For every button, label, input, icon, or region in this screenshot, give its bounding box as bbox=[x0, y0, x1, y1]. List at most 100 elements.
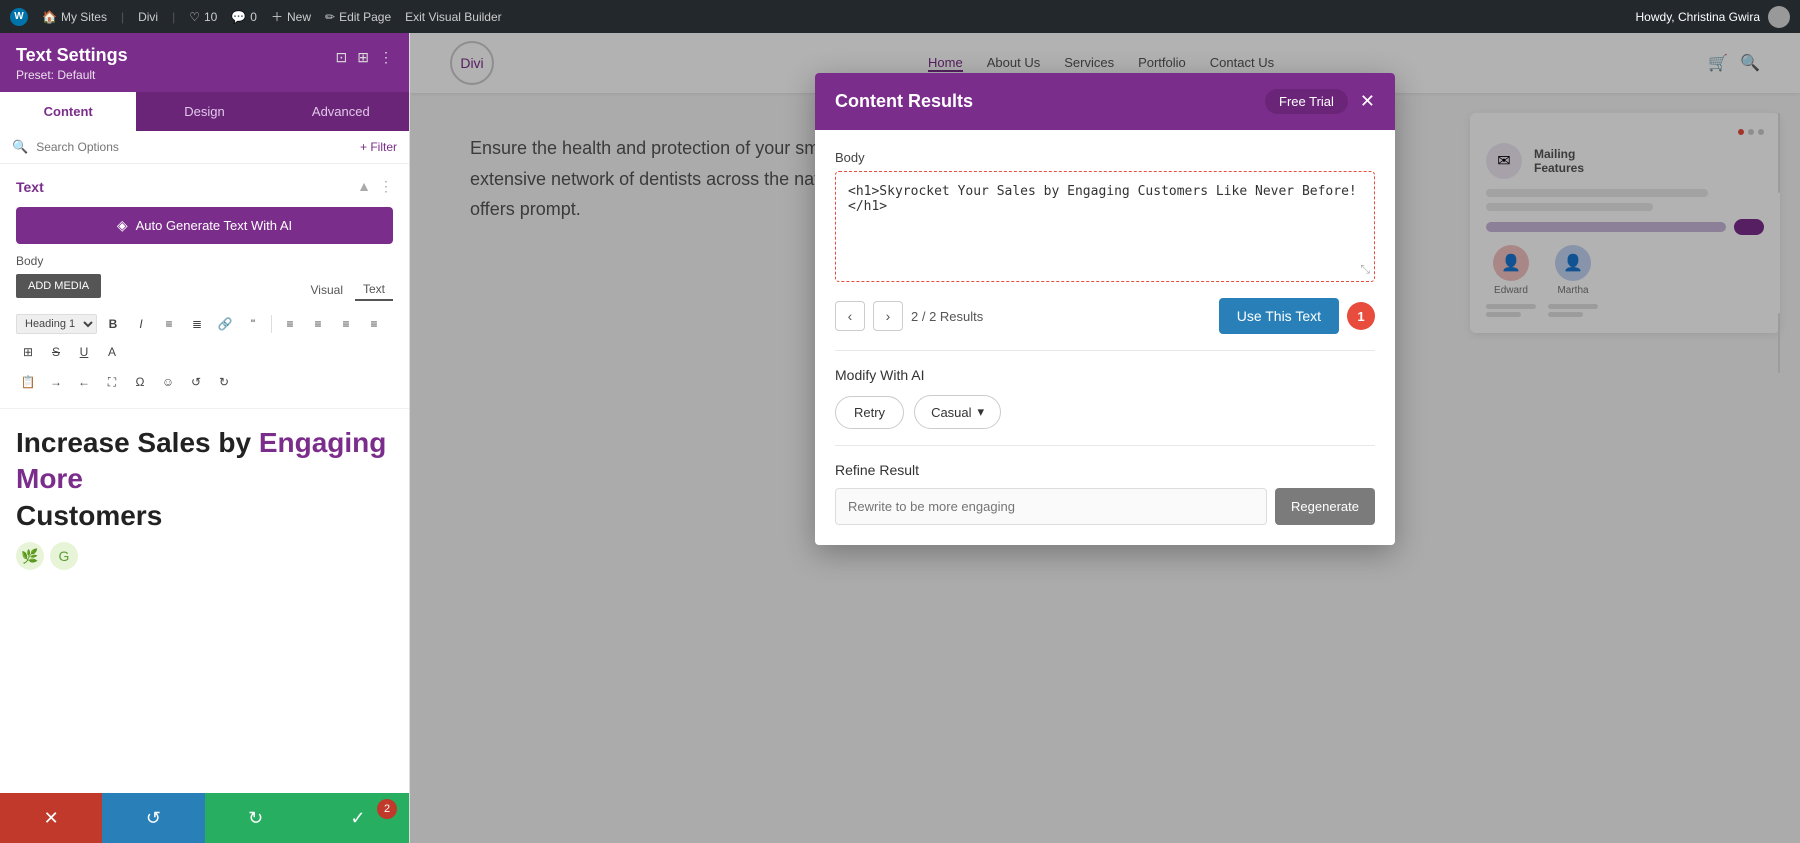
edit-page-link[interactable]: ✏ Edit Page bbox=[325, 10, 391, 24]
likes-link[interactable]: ♡ 10 bbox=[189, 10, 217, 24]
modal-header: Content Results Free Trial ✕ bbox=[815, 73, 1395, 130]
tab-content[interactable]: Content bbox=[0, 92, 136, 131]
admin-bar-right: Howdy, Christina Gwira bbox=[1636, 6, 1790, 28]
grammarly-icon[interactable]: 🌿 bbox=[16, 542, 44, 570]
blockquote-button[interactable]: " bbox=[241, 312, 265, 336]
content-results-modal: Content Results Free Trial ✕ Body <h1>Sk… bbox=[815, 73, 1395, 545]
more-icon[interactable]: ⋮ bbox=[379, 49, 393, 66]
modify-section: Modify With AI Retry Casual ▾ bbox=[835, 367, 1375, 429]
section-more-icon[interactable]: ⋮ bbox=[379, 178, 393, 195]
refine-input[interactable] bbox=[835, 488, 1267, 525]
refine-section: Refine Result Regenerate bbox=[835, 462, 1375, 525]
modal-title: Content Results bbox=[835, 91, 973, 112]
resize-handle[interactable]: ⤡ bbox=[1360, 262, 1370, 277]
underline-button[interactable]: U bbox=[72, 340, 96, 364]
regenerate-button[interactable]: Regenerate bbox=[1275, 488, 1375, 525]
search-input[interactable] bbox=[36, 140, 352, 154]
wordpress-icon[interactable]: W bbox=[10, 8, 28, 26]
tab-design[interactable]: Design bbox=[136, 92, 272, 131]
align-left-button[interactable]: ≡ bbox=[278, 312, 302, 336]
link-button[interactable]: 🔗 bbox=[213, 312, 237, 336]
refine-row: Regenerate bbox=[835, 488, 1375, 525]
edit-icon: ✏ bbox=[325, 10, 335, 24]
editor-tab-text[interactable]: Text bbox=[355, 279, 393, 301]
special-char-button[interactable]: Ω bbox=[128, 370, 152, 394]
body-textarea[interactable]: <h1>Skyrocket Your Sales by Engaging Cus… bbox=[848, 184, 1362, 264]
color-button[interactable]: A bbox=[100, 340, 124, 364]
preview-icons: 🌿 G bbox=[0, 542, 409, 578]
filter-button[interactable]: + Filter bbox=[360, 140, 397, 154]
cancel-button[interactable]: ✕ bbox=[0, 793, 102, 843]
save-button[interactable]: ✓ 2 bbox=[307, 793, 409, 843]
section-header: Text ▲ ⋮ bbox=[16, 178, 393, 195]
layout-icon[interactable]: ⊞ bbox=[357, 49, 369, 66]
section-icons: ▲ ⋮ bbox=[357, 178, 393, 195]
refine-label: Refine Result bbox=[835, 462, 1375, 478]
italic-button[interactable]: I bbox=[129, 312, 153, 336]
modify-actions: Retry Casual ▾ bbox=[835, 395, 1375, 429]
divi-link[interactable]: Divi bbox=[138, 10, 158, 24]
outdent-button[interactable]: ← bbox=[72, 370, 96, 394]
editor-toolbar: Heading 1 B I ≡ ≣ 🔗 " ≡ ≡ ≡ ≡ ⊞ S U A bbox=[16, 312, 393, 364]
modal-close-button[interactable]: ✕ bbox=[1360, 91, 1375, 112]
add-media-button[interactable]: ADD MEDIA bbox=[16, 274, 101, 298]
bold-button[interactable]: B bbox=[101, 312, 125, 336]
modal-body: Body <h1>Skyrocket Your Sales by Engagin… bbox=[815, 130, 1395, 545]
left-panel: Text Settings Preset: Default ⊡ ⊞ ⋮ Cont… bbox=[0, 33, 410, 843]
body-textarea-wrap: <h1>Skyrocket Your Sales by Engaging Cus… bbox=[835, 171, 1375, 282]
strikethrough-button[interactable]: S bbox=[44, 340, 68, 364]
paste-button[interactable]: 📋 bbox=[16, 370, 40, 394]
retry-button[interactable]: Retry bbox=[835, 396, 904, 429]
expand-icon[interactable]: ⊡ bbox=[336, 49, 348, 66]
collapse-icon[interactable]: ▲ bbox=[357, 178, 371, 195]
plus-icon: ＋ bbox=[271, 8, 283, 25]
panel-tabs: Content Design Advanced bbox=[0, 92, 409, 131]
preview-text: Increase Sales by Engaging More Customer… bbox=[0, 409, 409, 542]
content-area: Divi Home About Us Services Portfolio Co… bbox=[410, 33, 1800, 843]
notification-badge: 1 bbox=[1347, 302, 1375, 330]
fullscreen-button[interactable]: ⛶ bbox=[100, 370, 124, 394]
admin-bar-left: W 🏠 My Sites | Divi | ♡ 10 💬 0 ＋ New ✏ E… bbox=[10, 8, 1622, 26]
exit-builder-link[interactable]: Exit Visual Builder bbox=[405, 10, 502, 24]
align-right-button[interactable]: ≡ bbox=[334, 312, 358, 336]
panel-preset: Preset: Default bbox=[16, 68, 128, 82]
tab-advanced[interactable]: Advanced bbox=[273, 92, 409, 131]
comments-link[interactable]: 💬 0 bbox=[231, 10, 257, 24]
body-field-label: Body bbox=[835, 150, 1375, 165]
modal-overlay: Content Results Free Trial ✕ Body <h1>Sk… bbox=[410, 33, 1800, 843]
editor-top-row: ADD MEDIA Visual Text bbox=[16, 274, 393, 306]
prev-result-button[interactable]: ‹ bbox=[835, 301, 865, 331]
indent-button[interactable]: → bbox=[44, 370, 68, 394]
format-select[interactable]: Heading 1 bbox=[16, 314, 97, 334]
redo-button[interactable]: ↻ bbox=[212, 370, 236, 394]
undo-button[interactable]: ↺ bbox=[184, 370, 208, 394]
main-layout: Text Settings Preset: Default ⊡ ⊞ ⋮ Cont… bbox=[0, 33, 1800, 843]
search-icon: 🔍 bbox=[12, 139, 28, 155]
next-result-button[interactable]: › bbox=[873, 301, 903, 331]
ai-generate-button[interactable]: ◈ Auto Generate Text With AI bbox=[16, 207, 393, 244]
my-sites-link[interactable]: 🏠 My Sites bbox=[42, 10, 107, 24]
undo-button-bar[interactable]: ↺ bbox=[102, 793, 204, 843]
free-trial-badge[interactable]: Free Trial bbox=[1265, 89, 1348, 114]
comment-icon: 💬 bbox=[231, 10, 246, 24]
align-justify-button[interactable]: ≡ bbox=[362, 312, 386, 336]
section-title: Text bbox=[16, 179, 44, 195]
casual-button[interactable]: Casual ▾ bbox=[914, 395, 1001, 429]
align-center-button[interactable]: ≡ bbox=[306, 312, 330, 336]
ai-icon: ◈ bbox=[117, 217, 128, 234]
emoji-button[interactable]: ☺ bbox=[156, 370, 180, 394]
modify-label: Modify With AI bbox=[835, 367, 1375, 383]
ordered-list-button[interactable]: ≣ bbox=[185, 312, 209, 336]
like-icon: ♡ bbox=[189, 10, 200, 24]
table-button[interactable]: ⊞ bbox=[16, 340, 40, 364]
editor-tab-visual[interactable]: Visual bbox=[303, 279, 351, 301]
new-link[interactable]: ＋ New bbox=[271, 8, 311, 25]
use-this-text-button[interactable]: Use This Text bbox=[1219, 298, 1339, 334]
grammar-check-icon[interactable]: G bbox=[50, 542, 78, 570]
panel-search: 🔍 + Filter bbox=[0, 131, 409, 164]
unordered-list-button[interactable]: ≡ bbox=[157, 312, 181, 336]
divider-2 bbox=[835, 445, 1375, 446]
chevron-down-icon: ▾ bbox=[978, 404, 985, 420]
redo-button-bar[interactable]: ↻ bbox=[205, 793, 307, 843]
text-section: Text ▲ ⋮ ◈ Auto Generate Text With AI Bo… bbox=[0, 164, 409, 409]
